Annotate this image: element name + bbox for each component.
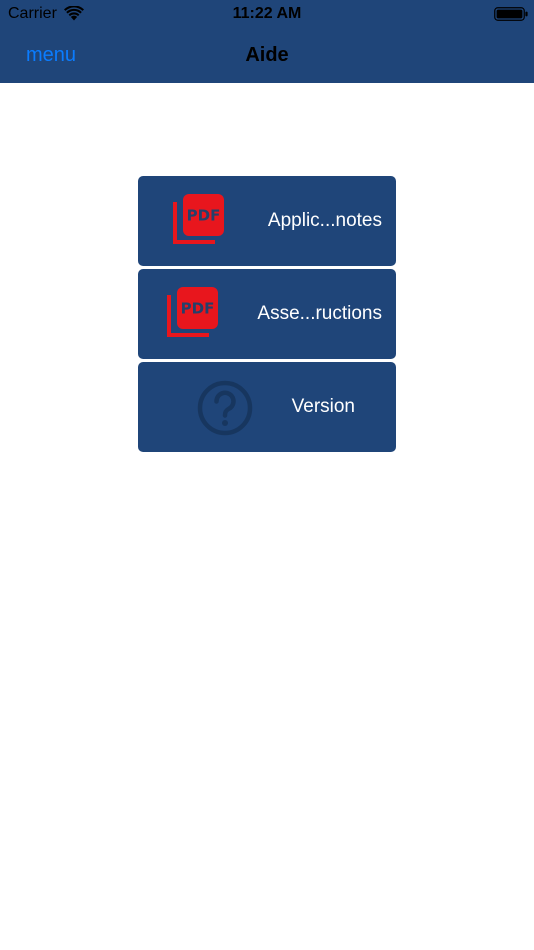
top-bar: Carrier 11:22 AM menu Aide	[0, 0, 534, 83]
pdf-icon: PDF	[173, 194, 224, 244]
navigation-bar: menu Aide	[0, 28, 534, 83]
help-screen: Carrier 11:22 AM menu Aide PDF Applic...…	[0, 0, 534, 950]
page-title: Aide	[245, 44, 289, 66]
tile-application-notes[interactable]: PDF Applic...notes	[138, 176, 396, 266]
tile-label: Version	[291, 396, 355, 417]
pdf-icon-text: PDF	[181, 300, 215, 318]
tile-label: Applic...notes	[267, 210, 382, 231]
status-time: 11:22 AM	[232, 5, 302, 22]
tile-assembly-instructions[interactable]: PDF Asse...ructions	[138, 269, 396, 359]
help-menu-list: PDF Applic...notes PDF Asse...ructions V…	[138, 176, 396, 455]
pdf-icon-text: PDF	[187, 207, 221, 225]
battery-icon	[494, 7, 528, 21]
status-bar: Carrier 11:22 AM	[0, 0, 534, 28]
pdf-icon: PDF	[167, 287, 218, 337]
tile-version[interactable]: Version	[138, 362, 396, 452]
tile-label: Asse...ructions	[257, 303, 382, 324]
question-circle-icon	[197, 380, 253, 436]
